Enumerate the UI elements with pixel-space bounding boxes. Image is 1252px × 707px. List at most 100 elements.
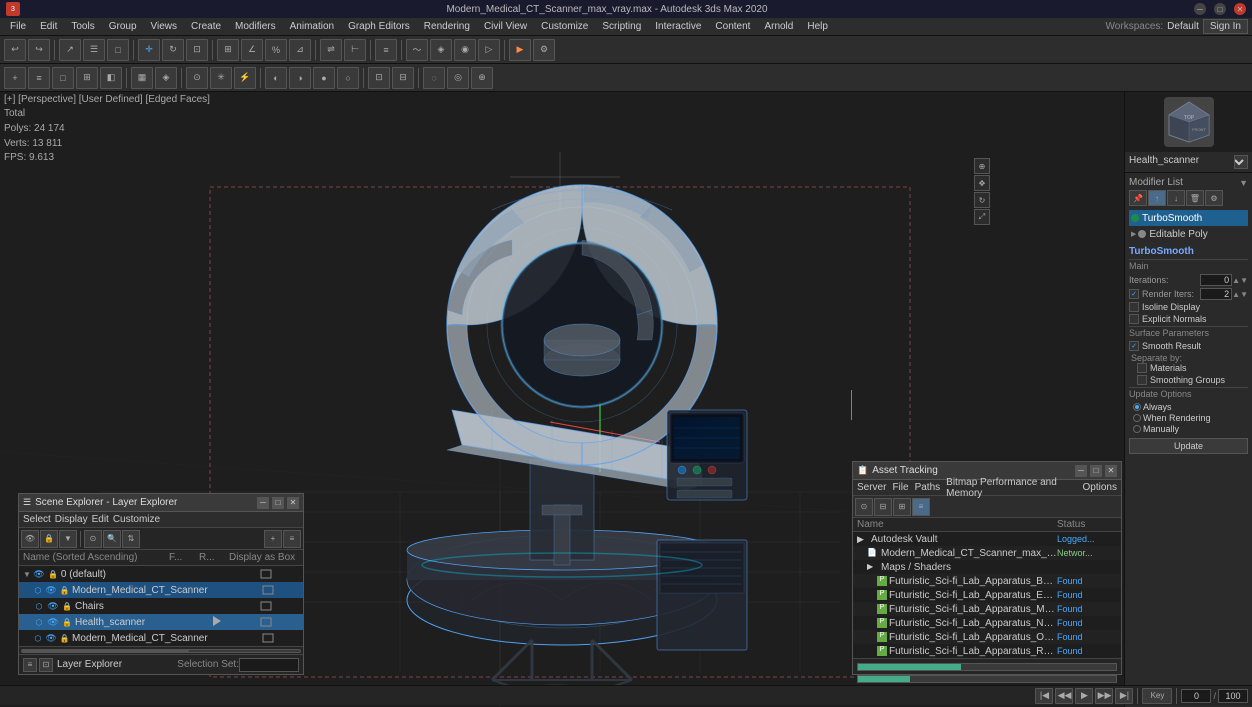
asset-row-emissive[interactable]: P Futuristic_Sci-fi_Lab_Apparatus_Emissi… [853, 588, 1121, 602]
rotate-button[interactable]: ↻ [162, 39, 184, 61]
manually-option[interactable]: Manually [1133, 424, 1248, 434]
asset-panel-maximize-button[interactable]: □ [1090, 465, 1102, 477]
footer-btn2[interactable]: ⊡ [39, 658, 53, 672]
smoothing-groups-check[interactable] [1137, 375, 1147, 385]
render-iters-spinner[interactable]: ▲▼ [1232, 290, 1248, 299]
vp-zoom-btn[interactable]: ⊕ [974, 158, 990, 174]
panel-minimize-button[interactable]: ─ [257, 497, 269, 509]
iterations-spinner[interactable]: ▲▼ [1232, 276, 1248, 285]
always-radio[interactable] [1133, 403, 1141, 411]
anim-play-btn[interactable]: ▶ [1075, 688, 1093, 704]
nav-cube[interactable]: TOP FRONT [1164, 97, 1214, 147]
asset-panel-minimize-button[interactable]: ─ [1075, 465, 1087, 477]
menu-content[interactable]: Content [709, 18, 756, 36]
tree-item-health-scanner[interactable]: ⬡ 👁 🔒 Health_scanner [19, 614, 303, 630]
asset-menu-server[interactable]: Server [857, 482, 886, 493]
anim-key-mode-btn[interactable]: Key [1142, 688, 1172, 704]
minimize-button[interactable]: ─ [1194, 3, 1206, 15]
asset-menu-paths[interactable]: Paths [915, 482, 941, 493]
spinner-snap-button[interactable]: ⊿ [289, 39, 311, 61]
se-search-btn[interactable]: 🔍 [103, 530, 121, 548]
asset-row-max-file[interactable]: 📄 Modern_Medical_CT_Scanner_max_vray.max… [853, 546, 1121, 560]
menu-tools[interactable]: Tools [65, 18, 100, 36]
modifier-turbosmooth[interactable]: TurboSmooth [1129, 210, 1248, 226]
asset-menu-file[interactable]: File [892, 482, 908, 493]
total-frames-input[interactable] [1218, 689, 1248, 703]
select-by-name-button[interactable]: ☰ [83, 39, 105, 61]
sub-tb-btn9[interactable]: ✳ [210, 67, 232, 89]
asset-tb-btn2[interactable]: ⊟ [874, 498, 892, 516]
asset-menu-bitmap[interactable]: Bitmap Performance and Memory [946, 477, 1076, 499]
render-iters-check[interactable]: ✓ [1129, 289, 1139, 299]
asset-row-normal[interactable]: P Futuristic_Sci-fi_Lab_Apparatus_Normal… [853, 616, 1121, 630]
tree-arrow-layer0[interactable]: ▼ [23, 570, 31, 579]
mod-move-down-btn[interactable]: ↓ [1167, 190, 1185, 206]
signin-button[interactable]: Sign In [1203, 19, 1248, 34]
maximize-button[interactable]: □ [1214, 3, 1226, 15]
frame-input[interactable] [1181, 689, 1211, 703]
se-filter-btn[interactable]: ⊙ [84, 530, 102, 548]
sub-tb-btn19[interactable]: ⊕ [471, 67, 493, 89]
layer-manager-button[interactable]: ≡ [375, 39, 397, 61]
menu-edit[interactable]: Edit [34, 18, 63, 36]
align-button[interactable]: ⊢ [344, 39, 366, 61]
asset-row-vault[interactable]: ▶ Autodesk Vault Logged... [853, 532, 1121, 546]
menu-file[interactable]: File [4, 18, 32, 36]
render-setup-button[interactable]: ⚙ [533, 39, 555, 61]
asset-row-metallic[interactable]: P Futuristic_Sci-fi_Lab_Apparatus_Metall… [853, 602, 1121, 616]
material-editor-button[interactable]: ◉ [454, 39, 476, 61]
asset-row-roughness[interactable]: P Futuristic_Sci-fi_Lab_Apparatus_Roughn… [853, 644, 1121, 658]
mirror-button[interactable]: ⇌ [320, 39, 342, 61]
asset-panel-close-button[interactable]: ✕ [1105, 465, 1117, 477]
menu-interactive[interactable]: Interactive [649, 18, 707, 36]
select-button[interactable]: ↗ [59, 39, 81, 61]
sub-tb-btn7[interactable]: ◈ [155, 67, 177, 89]
render-iters-input[interactable]: 2 [1200, 288, 1232, 300]
render-frame-button[interactable]: ▶ [509, 39, 531, 61]
sub-tb-btn1[interactable]: + [4, 67, 26, 89]
asset-menu-options[interactable]: Options [1083, 482, 1117, 493]
isoline-check[interactable] [1129, 302, 1139, 312]
sub-tb-btn13[interactable]: ● [313, 67, 335, 89]
modifier-editable-poly[interactable]: ▶ Editable Poly [1129, 226, 1248, 242]
anim-prev-key-btn[interactable]: ◀◀ [1055, 688, 1073, 704]
menu-group[interactable]: Group [103, 18, 143, 36]
angle-snap-button[interactable]: ∠ [241, 39, 263, 61]
sub-tb-btn8[interactable]: ⊙ [186, 67, 208, 89]
sub-tb-btn3[interactable]: □ [52, 67, 74, 89]
rect-select-button[interactable]: □ [107, 39, 129, 61]
menu-arnold[interactable]: Arnold [758, 18, 799, 36]
se-tb-btn3[interactable]: ▼ [59, 530, 77, 548]
vp-pan-btn[interactable]: ✥ [974, 175, 990, 191]
vp-maximize-btn[interactable]: ⤢ [974, 209, 990, 225]
curve-editor-button[interactable]: 〜 [406, 39, 428, 61]
anim-prev-frame-btn[interactable]: |◀ [1035, 688, 1053, 704]
panel-close-button[interactable]: ✕ [287, 497, 299, 509]
menu-scripting[interactable]: Scripting [596, 18, 647, 36]
menu-graph-editors[interactable]: Graph Editors [342, 18, 416, 36]
vp-orbit-btn[interactable]: ↻ [974, 192, 990, 208]
sub-tb-btn10[interactable]: ⚡ [234, 67, 256, 89]
mod-pin-btn[interactable]: 📌 [1129, 190, 1147, 206]
selection-set-input[interactable] [239, 658, 299, 672]
asset-row-base-color[interactable]: P Futuristic_Sci-fi_Lab_Apparatus_Base_C… [853, 574, 1121, 588]
explicit-normals-check[interactable] [1129, 314, 1139, 324]
anim-next-key-btn[interactable]: ▶▶ [1095, 688, 1113, 704]
horizontal-scrollbar[interactable] [21, 649, 301, 653]
schematic-button[interactable]: ◈ [430, 39, 452, 61]
sub-tb-btn16[interactable]: ⊟ [392, 67, 414, 89]
always-option[interactable]: Always [1133, 402, 1248, 412]
se-sort-btn[interactable]: ⇅ [122, 530, 140, 548]
render-button[interactable]: ▷ [478, 39, 500, 61]
footer-btn1[interactable]: ≡ [23, 658, 37, 672]
mod-delete-btn[interactable]: 🗑 [1186, 190, 1204, 206]
materials-check[interactable] [1137, 363, 1147, 373]
menu-rendering[interactable]: Rendering [418, 18, 476, 36]
menu-civil-view[interactable]: Civil View [478, 18, 533, 36]
percent-snap-button[interactable]: % [265, 39, 287, 61]
sub-tb-btn18[interactable]: ◎ [447, 67, 469, 89]
menu-views[interactable]: Views [145, 18, 184, 36]
se-add-btn[interactable]: + [264, 530, 282, 548]
asset-row-opacity[interactable]: P Futuristic_Sci-fi_Lab_Apparatus_Opacit… [853, 630, 1121, 644]
when-rendering-radio[interactable] [1133, 414, 1141, 422]
